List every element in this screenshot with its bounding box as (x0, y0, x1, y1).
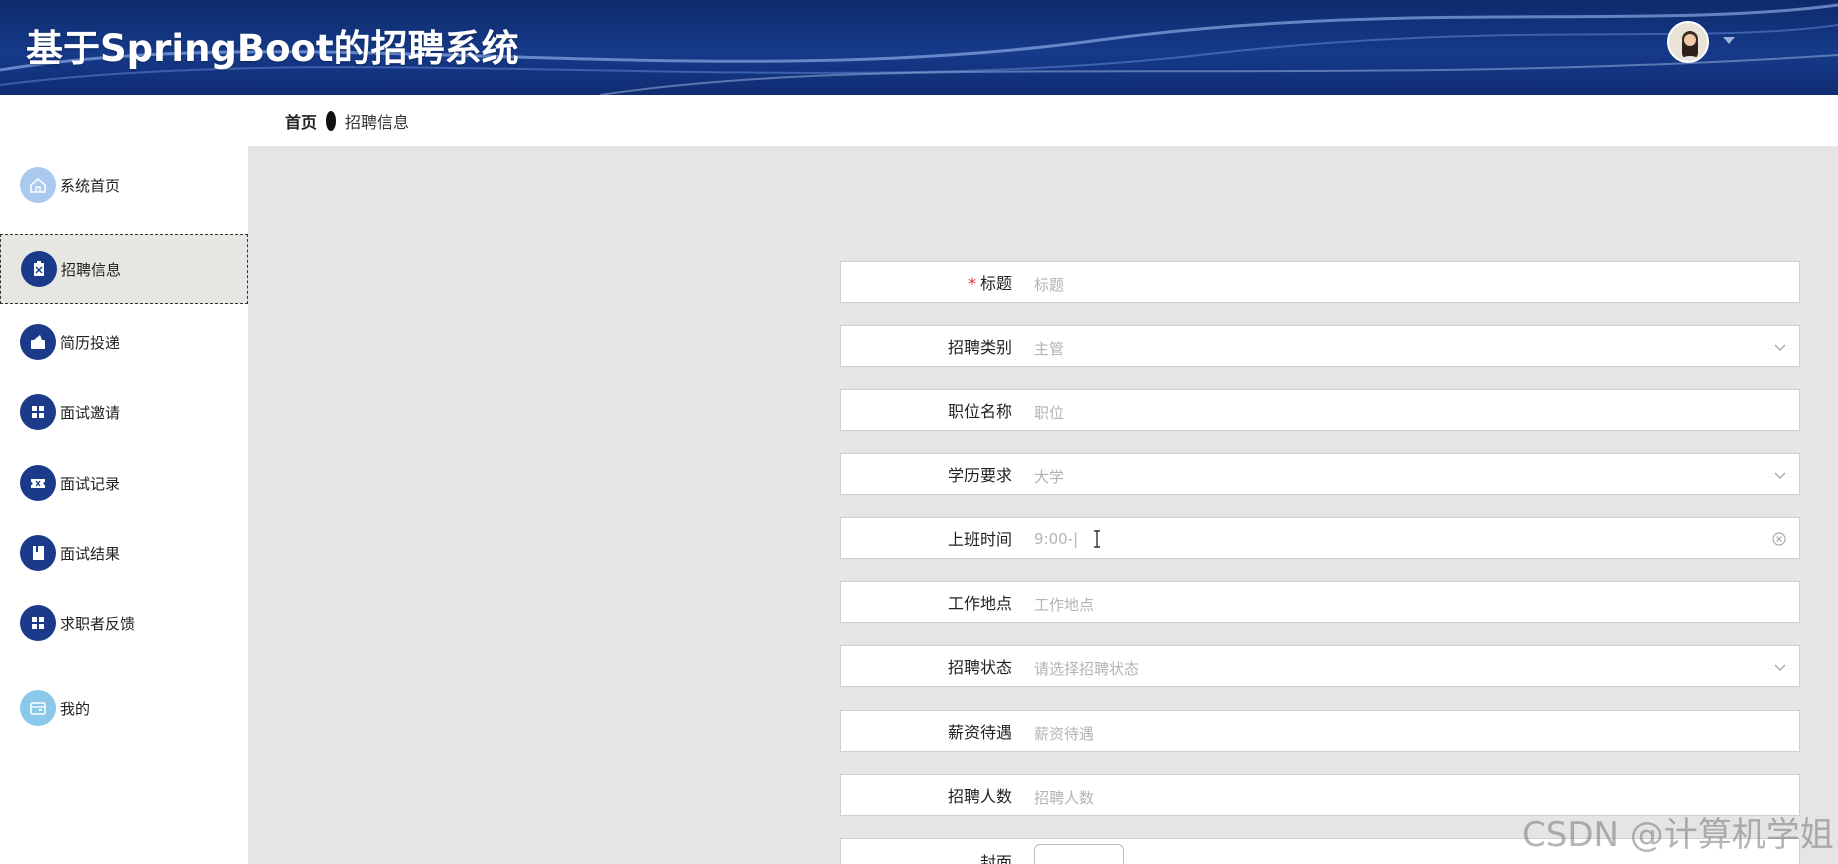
category-label: 招聘类别 (947, 338, 1012, 357)
breadcrumb-home[interactable]: 首页 (285, 109, 317, 133)
text-cursor-icon (1094, 530, 1100, 548)
breadcrumb-separator-icon (326, 110, 337, 131)
sidebar-item-label: 招聘信息 (61, 260, 122, 279)
form-row-category: 招聘类别 主管 (840, 325, 1800, 367)
salary-label: 薪资待遇 (947, 723, 1012, 742)
sidebar-item-label: 面试邀请 (60, 403, 121, 422)
main-content: * 标题 标题 招聘类别 主管 职位名称 职位 学历要求 大学 上班时间 9:00… (248, 146, 1838, 864)
position-label: 职位名称 (947, 402, 1012, 421)
headcount-input[interactable]: 招聘人数 (1034, 787, 1094, 808)
sidebar: 系统首页 招聘信息 简历投递 面试邀请 面试记录 面试结果 求职者反馈 我的 (0, 95, 248, 864)
title-label: * 标题 (967, 274, 1012, 293)
wallet-icon (20, 324, 56, 360)
sidebar-item-label: 面试记录 (60, 474, 121, 493)
form-row-location: 工作地点 工作地点 (840, 581, 1800, 623)
grid-icon (20, 394, 56, 430)
clear-icon[interactable] (1771, 531, 1787, 547)
sidebar-item-label: 简历投递 (60, 333, 121, 352)
sidebar-item-interview-result[interactable]: 面试结果 (0, 518, 248, 588)
chevron-down-icon[interactable] (1723, 37, 1735, 44)
education-label: 学历要求 (947, 466, 1012, 485)
status-select[interactable]: 请选择招聘状态 (1034, 658, 1139, 679)
ticket-icon (20, 465, 56, 501)
breadcrumb-current: 招聘信息 (345, 112, 410, 132)
app-title: 基于SpringBoot的招聘系统 (26, 27, 519, 70)
sidebar-item-feedback[interactable]: 求职者反馈 (0, 588, 248, 658)
status-label: 招聘状态 (947, 658, 1012, 677)
chevron-down-icon[interactable] (1773, 468, 1787, 482)
worktime-label: 上班时间 (947, 530, 1012, 549)
category-select[interactable]: 主管 (1034, 338, 1064, 359)
title-input[interactable]: 标题 (1034, 274, 1064, 295)
sidebar-item-interview-record[interactable]: 面试记录 (0, 448, 248, 518)
headcount-label: 招聘人数 (947, 787, 1012, 806)
book-icon (20, 535, 56, 571)
location-label: 工作地点 (947, 594, 1012, 613)
position-input[interactable]: 职位 (1034, 402, 1064, 423)
form-row-education: 学历要求 大学 (840, 453, 1800, 495)
chevron-down-icon[interactable] (1773, 660, 1787, 674)
cover-label: 封面 (979, 853, 1012, 864)
header-bar: 基于SpringBoot的招聘系统 (0, 0, 1838, 95)
sidebar-item-label: 系统首页 (60, 176, 121, 195)
education-select[interactable]: 大学 (1034, 466, 1064, 487)
location-input[interactable]: 工作地点 (1034, 594, 1094, 615)
form-row-title: * 标题 标题 (840, 261, 1800, 303)
sidebar-item-label: 面试结果 (60, 544, 121, 563)
user-avatar[interactable] (1667, 21, 1709, 63)
home-icon (20, 167, 56, 203)
breadcrumb: 首页 招聘信息 (248, 95, 1838, 146)
clipboard-icon (21, 251, 57, 287)
form-row-status: 招聘状态 请选择招聘状态 (840, 645, 1800, 687)
sidebar-item-label: 我的 (60, 699, 91, 718)
chevron-down-icon[interactable] (1773, 340, 1787, 354)
worktime-input[interactable]: 9:00-| (1034, 530, 1078, 548)
sidebar-item-system-home[interactable]: 系统首页 (0, 150, 248, 220)
sidebar-item-recruitment-info[interactable]: 招聘信息 (0, 234, 248, 304)
sidebar-item-resume-submit[interactable]: 简历投递 (0, 307, 248, 377)
form-row-worktime: 上班时间 9:00-| (840, 517, 1800, 559)
watermark: CSDN @计算机学姐 (1522, 815, 1834, 855)
form-row-salary: 薪资待遇 薪资待遇 (840, 710, 1800, 752)
cover-upload-button[interactable] (1034, 844, 1124, 864)
sidebar-item-mine[interactable]: 我的 (0, 673, 248, 743)
required-mark: * (967, 274, 976, 293)
grid-icon (20, 605, 56, 641)
sidebar-item-label: 求职者反馈 (60, 614, 136, 633)
salary-input[interactable]: 薪资待遇 (1034, 723, 1094, 744)
card-icon (20, 690, 56, 726)
form-row-position: 职位名称 职位 (840, 389, 1800, 431)
sidebar-item-interview-invite[interactable]: 面试邀请 (0, 377, 248, 447)
